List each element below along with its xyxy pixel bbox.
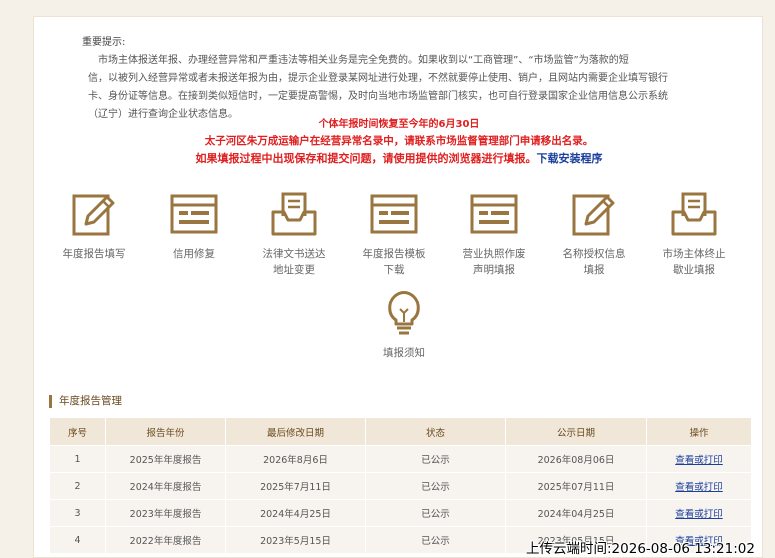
cell-last-modified: 2025年7月11日 xyxy=(225,472,366,500)
table-header-row: 序号 报告年份 最后修改日期 状态 公示日期 操作 xyxy=(49,417,752,446)
tile-label: 信用修复 xyxy=(173,248,215,260)
col-header-status: 状态 xyxy=(365,417,506,446)
table-row: 1 2025年年度报告 2026年8月6日 已公示 2026年08月06日 查看… xyxy=(49,445,752,473)
tile-license-void-declaration[interactable]: 营业执照作废 声明填报 xyxy=(449,190,539,278)
tile-filing-instructions[interactable]: 填报须知 xyxy=(359,289,449,361)
view-print-link[interactable]: 查看或打印 xyxy=(675,482,723,493)
edit-icon xyxy=(572,194,615,236)
important-notice: 重要提示: 市场主体报送年报、办理经营异常和严重违法等相关业务是完全免费的。如果… xyxy=(82,34,712,124)
tile-label: 年度报告填写 xyxy=(62,248,126,260)
notice-title: 重要提示: xyxy=(82,37,126,48)
tile-annual-report-fill[interactable]: 年度报告填写 xyxy=(49,190,139,262)
cell-last-modified: 2023年5月15日 xyxy=(225,526,366,554)
view-print-link[interactable]: 查看或打印 xyxy=(675,455,723,466)
cell-status: 已公示 xyxy=(365,445,506,473)
table-row: 3 2023年年度报告 2024年4月25日 已公示 2024年04月25日 查… xyxy=(49,499,752,527)
notice-line: 市场主体报送年报、办理经营异常和严重违法等相关业务是完全免费的。如果收到以“工商… xyxy=(98,55,629,66)
upload-timestamp-overlay: 上传云端时间:2026-08-06 13:21:02 xyxy=(526,541,755,557)
tile-report-template-download[interactable]: 年度报告模板 下载 xyxy=(349,190,439,278)
cell-last-modified: 2026年8月6日 xyxy=(225,445,366,473)
cell-status: 已公示 xyxy=(365,526,506,554)
col-header-action: 操作 xyxy=(646,417,752,446)
notice-line: 卡、身份证等信息。在接到类似短信时，一定要提高警惕，及时向当地市场监管部门核实，… xyxy=(88,91,668,102)
cell-index: 3 xyxy=(49,499,106,527)
tile-legal-address-change[interactable]: 法律文书送达 地址变更 xyxy=(249,190,339,278)
cell-report-year: 2023年年度报告 xyxy=(105,499,226,527)
cell-publish-date: 2026年08月06日 xyxy=(505,445,647,473)
tile-credit-repair[interactable]: 信用修复 xyxy=(149,190,239,262)
cell-report-year: 2025年年度报告 xyxy=(105,445,226,473)
section-title: 年度报告管理 xyxy=(49,395,122,408)
view-print-link[interactable]: 查看或打印 xyxy=(675,509,723,520)
annual-report-table: 序号 报告年份 最后修改日期 状态 公示日期 操作 1 2025年年度报告 20… xyxy=(49,417,752,554)
cell-index: 1 xyxy=(49,445,106,473)
lightbulb-icon xyxy=(388,291,420,335)
cell-action: 查看或打印 xyxy=(646,445,752,473)
tile-entity-termination[interactable]: 市场主体终止 歇业填报 xyxy=(649,190,739,278)
tile-label: 法律文书送达 地址变更 xyxy=(262,248,326,276)
download-installer-link[interactable]: 下载安装程序 xyxy=(537,152,603,165)
abnormal-list-alert: 太子河区朱万成运输户在经营异常名录中，请联系市场监督管理部门申请移出名录。 xyxy=(204,135,594,147)
table-row: 2 2024年年度报告 2025年7月11日 已公示 2025年07月11日 查… xyxy=(49,472,752,500)
col-header-report-year: 报告年份 xyxy=(105,417,226,446)
annual-report-deadline-alert: 个体年报时间恢复至今年的6月30日 xyxy=(318,119,480,130)
col-header-publish-date: 公示日期 xyxy=(505,417,647,446)
inbox-icon xyxy=(671,192,717,236)
tile-label: 年度报告模板 下载 xyxy=(362,248,426,276)
tile-name-authorization[interactable]: 名称授权信息 填报 xyxy=(549,190,639,278)
col-header-index: 序号 xyxy=(49,417,106,446)
cell-action: 查看或打印 xyxy=(646,499,752,527)
browser-alert: 如果填报过程中出现保存和提交问题，请使用提供的浏览器进行填报。下载安装程序 xyxy=(34,150,764,168)
alert-messages: 个体年报时间恢复至今年的6月30日 太子河区朱万成运输户在经营异常名录中，请联系… xyxy=(34,116,764,168)
cell-report-year: 2024年年度报告 xyxy=(105,472,226,500)
form-icon xyxy=(470,194,518,234)
cell-status: 已公示 xyxy=(365,499,506,527)
form-icon xyxy=(370,194,418,234)
cell-status: 已公示 xyxy=(365,472,506,500)
main-panel: 重要提示: 市场主体报送年报、办理经营异常和严重违法等相关业务是完全免费的。如果… xyxy=(33,16,763,558)
cell-publish-date: 2025年07月11日 xyxy=(505,472,647,500)
form-icon xyxy=(170,194,218,234)
cell-index: 4 xyxy=(49,526,106,554)
inbox-icon xyxy=(271,192,317,236)
edit-icon xyxy=(72,194,115,236)
cell-index: 2 xyxy=(49,472,106,500)
cell-publish-date: 2024年04月25日 xyxy=(505,499,647,527)
tile-label: 营业执照作废 声明填报 xyxy=(462,248,526,276)
notice-line: 信，以被列入经营异常或者未报送年报为由，提示企业登录某网址进行处理，不然就要停止… xyxy=(88,73,668,84)
col-header-last-modified: 最后修改日期 xyxy=(225,417,366,446)
cell-report-year: 2022年年度报告 xyxy=(105,526,226,554)
tile-label: 填报须知 xyxy=(383,347,425,359)
cell-action: 查看或打印 xyxy=(646,472,752,500)
tile-label: 市场主体终止 歇业填报 xyxy=(662,248,726,276)
tile-label: 名称授权信息 填报 xyxy=(562,248,626,276)
cell-last-modified: 2024年4月25日 xyxy=(225,499,366,527)
browser-alert-text: 如果填报过程中出现保存和提交问题，请使用提供的浏览器进行填报。 xyxy=(195,152,537,165)
